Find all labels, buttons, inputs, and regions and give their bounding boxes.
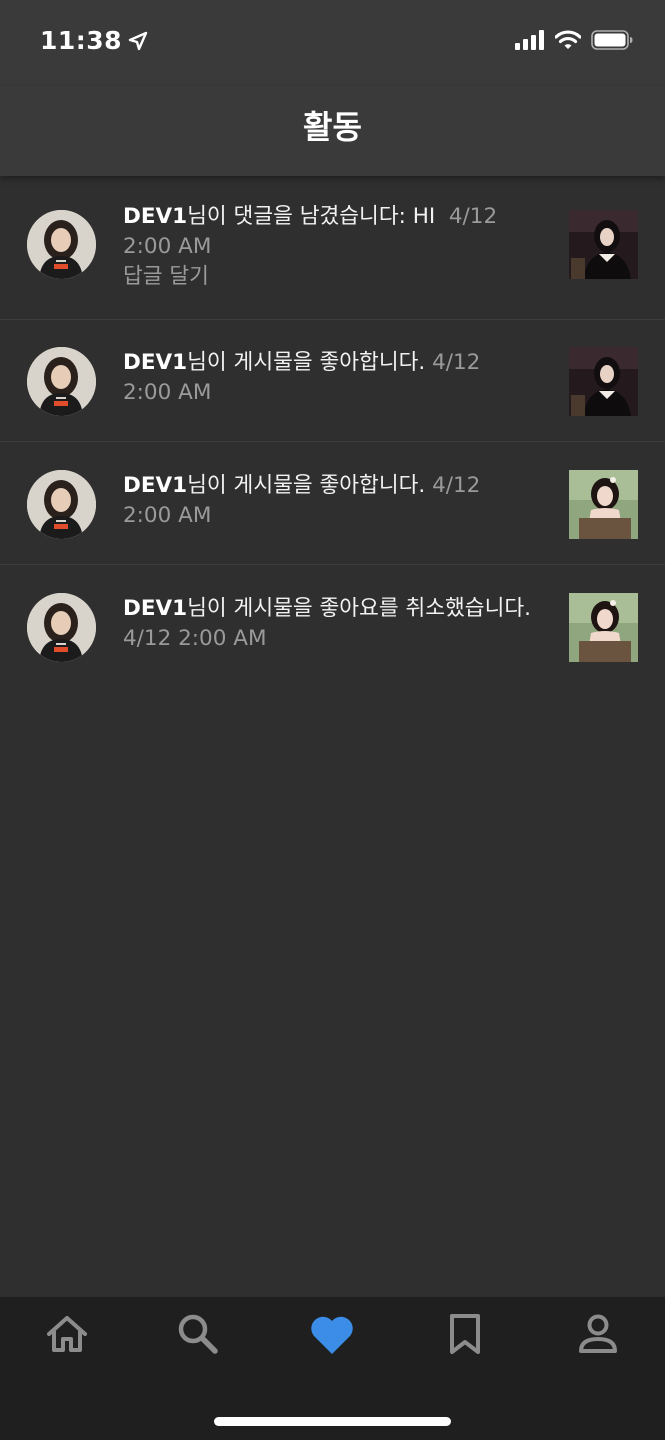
post-thumbnail[interactable] [569,470,638,539]
post-thumbnail-image [569,347,638,416]
activity-username[interactable]: DEV1 [123,596,187,621]
profile-icon [579,1314,617,1353]
status-bar: 11:38 [0,0,665,86]
activity-date: 4/12 [448,204,498,229]
list-item[interactable]: DEV1님이 게시물을 좋아합니다. 4/12 2:00 AM [0,442,665,565]
activity-date: 4/12 [123,626,172,651]
bookmark-icon [450,1314,480,1354]
post-thumbnail[interactable] [569,593,638,662]
post-thumbnail-image [569,593,638,662]
activity-message: 님이 댓글을 남겼습니다: HI [187,204,436,229]
activity-username[interactable]: DEV1 [123,350,187,375]
avatar[interactable] [27,470,96,539]
search-icon [178,1314,218,1354]
location-arrow-icon [128,31,148,50]
activity-username[interactable]: DEV1 [123,204,187,229]
activity-text: DEV1님이 게시물을 좋아요를 취소했습니다. 4/12 2:00 AM [123,594,553,654]
post-thumbnail[interactable] [569,347,638,416]
post-thumbnail[interactable] [569,210,638,279]
page-title: 활동 [303,108,362,146]
activity-list: DEV1님이 댓글을 남겼습니다: HI 4/12 2:00 AM 답글 달기 [0,176,665,690]
tab-activity[interactable] [302,1311,362,1357]
activity-text: DEV1님이 게시물을 좋아합니다. 4/12 2:00 AM [123,471,553,531]
tab-search[interactable] [168,1311,228,1357]
status-time-text: 11:38 [40,26,123,55]
activity-time: 2:00 AM [123,234,212,259]
post-thumbnail-image [569,210,638,279]
activity-time: 2:00 AM [178,626,267,651]
activity-date: 4/12 [432,473,481,498]
status-time: 11:38 [40,26,148,55]
activity-username[interactable]: DEV1 [123,473,187,498]
reply-link[interactable]: 답글 달기 [123,262,553,292]
page-header: 활동 [0,86,665,176]
cellular-signal-icon [515,30,544,50]
list-item[interactable]: DEV1님이 게시물을 좋아합니다. 4/12 2:00 AM [0,320,665,442]
heart-icon [311,1316,353,1354]
battery-icon [591,30,633,50]
activity-date: 4/12 [432,350,481,375]
activity-message: 님이 게시물을 좋아합니다. [187,473,426,498]
activity-text: DEV1님이 게시물을 좋아합니다. 4/12 2:00 AM [123,348,553,408]
home-indicator[interactable] [214,1417,451,1426]
avatar-photo [27,347,96,416]
activity-time: 2:00 AM [123,503,212,528]
avatar-photo [27,470,96,539]
home-icon [47,1316,87,1352]
activity-message: 님이 게시물을 좋아요를 취소했습니다. [187,596,531,621]
activity-time: 2:00 AM [123,380,212,405]
status-icons [515,30,633,50]
tab-bookmark[interactable] [435,1311,495,1357]
avatar[interactable] [27,210,96,279]
list-item[interactable]: DEV1님이 게시물을 좋아요를 취소했습니다. 4/12 2:00 AM [0,565,665,690]
activity-message: 님이 게시물을 좋아합니다. [187,350,426,375]
avatar-photo [27,210,96,279]
wifi-icon [555,30,581,49]
tab-profile[interactable] [568,1311,628,1357]
post-thumbnail-image [569,470,638,539]
avatar[interactable] [27,347,96,416]
tab-home[interactable] [37,1311,97,1357]
avatar-photo [27,593,96,662]
avatar[interactable] [27,593,96,662]
list-item[interactable]: DEV1님이 댓글을 남겼습니다: HI 4/12 2:00 AM 답글 달기 [0,176,665,320]
activity-text: DEV1님이 댓글을 남겼습니다: HI 4/12 2:00 AM 답글 달기 [123,202,553,292]
